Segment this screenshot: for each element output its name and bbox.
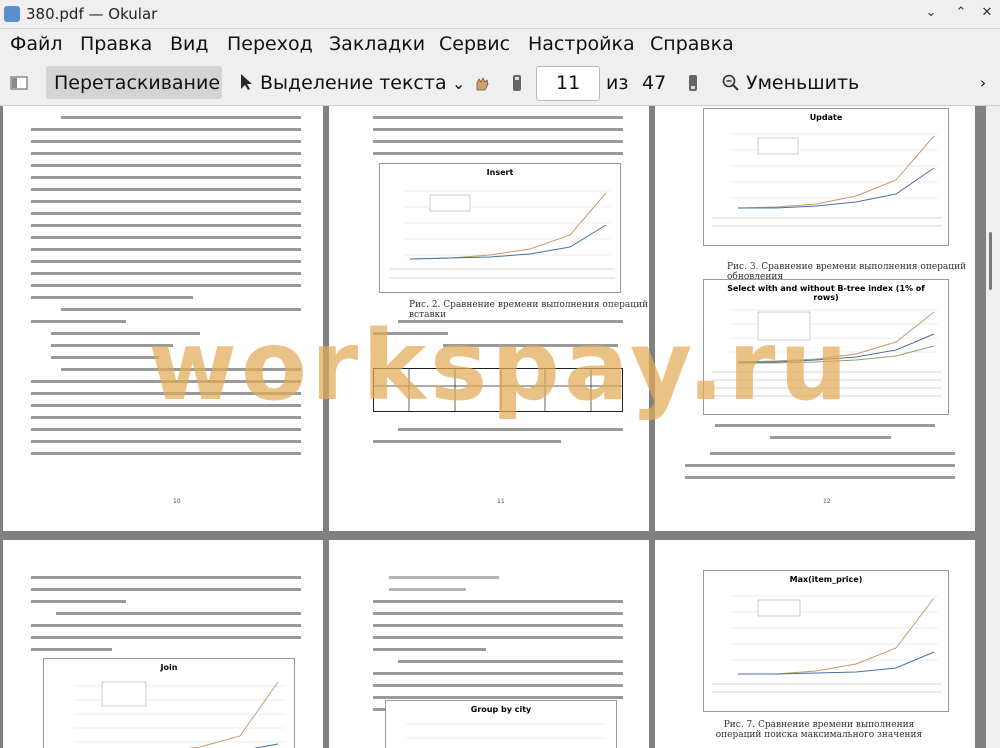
document-page-15: Max(item_price) Рис. 7. Сравнение времен…: [655, 540, 975, 748]
menu-bookmarks[interactable]: Закладки: [329, 33, 425, 55]
scrollbar-thumb[interactable]: [989, 232, 992, 290]
menu-view[interactable]: Вид: [170, 33, 209, 55]
maximize-icon[interactable]: ⌃: [952, 4, 970, 22]
menu-edit[interactable]: Правка: [80, 33, 152, 55]
group-by-chart-plot: [406, 723, 606, 739]
page-text-block: [31, 576, 301, 660]
hand-icon[interactable]: [473, 74, 491, 92]
chevron-down-icon[interactable]: ⌄: [452, 74, 465, 93]
toolbar-overflow-icon[interactable]: ›: [980, 74, 986, 92]
main-toolbar: Перетаскивание Выделение текста ⌄ 11 из …: [0, 61, 1000, 106]
of-label: из: [606, 72, 629, 94]
sidebar-toggle-icon[interactable]: [10, 74, 28, 92]
group-by-chart: Group by city: [385, 700, 617, 748]
window-title: 380.pdf — Okular: [26, 5, 158, 23]
chart-title: Max(item_price): [789, 575, 863, 584]
vertical-scrollbar[interactable]: [986, 106, 1000, 748]
page-text-block: [685, 452, 955, 488]
menu-settings[interactable]: Настройка: [528, 33, 635, 55]
menu-go[interactable]: Переход: [227, 33, 313, 55]
minimize-icon[interactable]: ⌄: [922, 4, 940, 22]
menu-file[interactable]: Файл: [10, 33, 63, 55]
insert-chart: Insert: [379, 163, 621, 293]
menu-bar: Файл Правка Вид Переход Закладки Сервис …: [0, 29, 1000, 61]
document-viewport[interactable]: 10 Insert Рис. 2. Сравнение времени выпо…: [0, 106, 986, 748]
chart-title: Select with and without B-tree index (1%…: [727, 284, 925, 302]
previous-page-icon[interactable]: [508, 74, 526, 92]
page-text-block: [373, 428, 623, 452]
max-chart: Max(item_price): [703, 570, 949, 712]
join-chart-plot: [74, 681, 284, 748]
menu-help[interactable]: Справка: [650, 33, 734, 55]
zoom-out-icon: [722, 74, 739, 91]
text-select-label[interactable]: Выделение текста: [260, 72, 447, 94]
browse-tool-label: Перетаскивание: [54, 72, 221, 94]
code-block: [389, 576, 499, 600]
page-number: 11: [497, 498, 505, 505]
next-page-icon[interactable]: [684, 74, 702, 92]
page-number: 10: [173, 498, 181, 505]
page-number: 12: [823, 498, 831, 505]
title-bar: 380.pdf — Okular ⌄ ⌃ ✕: [0, 0, 1000, 29]
page-text-block: [373, 116, 623, 164]
page-number-value: 11: [556, 72, 581, 94]
update-chart: Update: [703, 108, 949, 246]
menu-tools[interactable]: Сервис: [439, 33, 510, 55]
close-icon[interactable]: ✕: [978, 4, 996, 22]
total-pages: 47: [642, 72, 667, 94]
cursor-icon: [241, 74, 252, 90]
chart-title: Join: [160, 663, 178, 672]
insert-chart-plot: [390, 190, 615, 279]
update-chart-plot: [712, 133, 942, 227]
page-text-block: [715, 424, 935, 448]
figure-caption-7: Рис. 7. Сравнение времени выполнения опе…: [715, 720, 923, 740]
zoom-out-label[interactable]: Уменьшить: [746, 72, 859, 94]
watermark: workspay.ru: [148, 310, 852, 422]
okular-app-icon: [4, 6, 20, 22]
join-chart: Join: [43, 658, 295, 748]
document-page-14: Group by city: [329, 540, 649, 748]
chart-title: Update: [809, 113, 843, 122]
chart-title: Group by city: [470, 705, 532, 714]
document-page-13: Join: [3, 540, 323, 748]
chart-title: Insert: [486, 168, 514, 177]
max-chart-plot: [712, 595, 942, 693]
